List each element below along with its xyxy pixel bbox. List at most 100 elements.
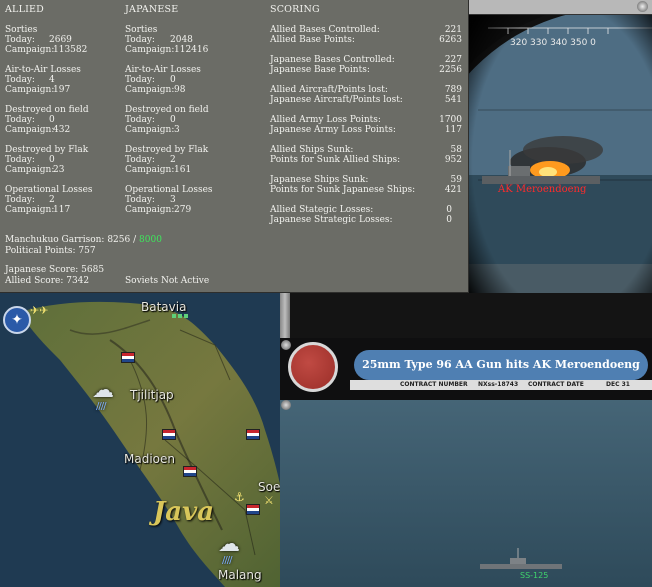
score-label: Japanese Army Loss Points: xyxy=(270,125,396,135)
stat-label: Today: xyxy=(125,35,155,45)
stat-label: Today: xyxy=(5,195,35,205)
stat-label: Today: xyxy=(125,115,155,125)
frame-panel xyxy=(289,293,652,338)
anchor-icon[interactable]: ⚓ xyxy=(234,490,245,504)
stat-value: 98 xyxy=(174,85,186,95)
contract-date-label: CONTRACT DATE xyxy=(528,381,584,388)
stat-value: 2669 xyxy=(49,35,72,45)
score-value: 0 xyxy=(446,205,452,215)
score-label: Allied Stategic Losses: xyxy=(270,205,374,215)
screw-icon xyxy=(281,340,291,350)
score-label: Japanese Bases Controlled: xyxy=(270,55,395,65)
stat-value: 279 xyxy=(174,205,192,215)
score-value: 952 xyxy=(444,155,462,165)
garrison-value: 8256 xyxy=(107,235,131,245)
stat-label: Campaign: xyxy=(5,45,55,55)
garrison-separator: / xyxy=(133,235,137,245)
base-label-soe[interactable]: Soe xyxy=(258,480,280,494)
combat-message: 25mm Type 96 AA Gun hits AK Meroendoeng xyxy=(354,350,648,380)
stat-label: Campaign: xyxy=(125,45,175,55)
stat-label: Campaign: xyxy=(125,125,175,135)
contract-number: NXss-18743 xyxy=(478,381,519,388)
range-scale: 320 330 340 350 0 xyxy=(510,38,596,48)
allied-score: Allied Score: 7342 xyxy=(5,276,90,286)
stat-value: 23 xyxy=(53,165,65,175)
stat-value: 117 xyxy=(53,205,71,215)
scoring-panel: ALLIED JAPANESE SCORING Sorties Today: 2… xyxy=(0,0,469,293)
alert-light-icon xyxy=(288,342,338,392)
screw-icon xyxy=(637,1,648,12)
score-label: Japanese Base Points: xyxy=(270,65,370,75)
screw-icon xyxy=(281,400,291,410)
contract-strip: CONTRACT NUMBER NXss-18743 CONTRACT DATE… xyxy=(350,380,652,390)
stat-title: Destroyed on field xyxy=(125,105,209,115)
stat-value: 161 xyxy=(174,165,192,175)
submarine-label: SS-125 xyxy=(520,571,549,580)
score-value: 541 xyxy=(444,95,462,105)
garrison-label: Manchukuo Garrison: xyxy=(5,235,105,245)
base-label-tjilitjap[interactable]: Tjilitjap xyxy=(130,388,174,402)
japanese-header: JAPANESE xyxy=(125,4,179,15)
score-value: 227 xyxy=(444,55,462,65)
stat-label: Campaign: xyxy=(125,165,175,175)
stat-value: 2048 xyxy=(170,35,193,45)
stat-label: Campaign: xyxy=(5,205,55,215)
stat-value: 2 xyxy=(49,195,55,205)
dutch-flag-icon[interactable] xyxy=(121,352,135,363)
stat-value: 4 xyxy=(49,75,55,85)
stat-value: 197 xyxy=(53,85,71,95)
score-value: 789 xyxy=(444,85,462,95)
stat-label: Campaign: xyxy=(125,205,175,215)
storm-cloud-icon: ☁//// xyxy=(218,532,240,567)
score-label: Japanese Aircraft/Points lost: xyxy=(270,95,403,105)
allied-header: ALLIED xyxy=(5,4,44,15)
score-label: Allied Base Points: xyxy=(270,35,355,45)
base-indicator-batavia xyxy=(172,314,188,318)
stat-title: Destroyed by Flak xyxy=(125,145,209,155)
stat-title: Operational Losses xyxy=(5,185,93,195)
banner-strip xyxy=(468,0,652,15)
score-label: Allied Ships Sunk: xyxy=(270,145,354,155)
stat-title: Sorties xyxy=(5,25,38,35)
base-label-batavia[interactable]: Batavia xyxy=(141,300,186,314)
garrison-required: 8000 xyxy=(139,235,162,245)
score-value: 421 xyxy=(444,185,462,195)
score-label: Points for Sunk Japanese Ships: xyxy=(270,185,416,195)
score-label: Japanese Ships Sunk: xyxy=(270,175,369,185)
stat-value: 0 xyxy=(49,155,55,165)
stat-label: Campaign: xyxy=(5,165,55,175)
stat-value: 112416 xyxy=(174,45,209,55)
stat-value: 0 xyxy=(49,115,55,125)
compass-icon[interactable]: ✦ xyxy=(3,306,31,334)
stat-value: 2 xyxy=(170,155,176,165)
stat-label: Today: xyxy=(125,75,155,85)
base-label-madioen[interactable]: Madioen xyxy=(124,452,175,466)
score-label: Allied Aircraft/Points lost: xyxy=(270,85,388,95)
stat-title: Sorties xyxy=(125,25,158,35)
dutch-flag-icon[interactable] xyxy=(183,466,197,477)
target-ship-label: AK Meroendoeng xyxy=(498,184,587,195)
dutch-flag-icon[interactable] xyxy=(246,429,260,440)
dutch-flag-icon[interactable] xyxy=(162,429,176,440)
contract-number-label: CONTRACT NUMBER xyxy=(400,381,468,388)
stat-label: Today: xyxy=(5,35,35,45)
political-points: Political Points: 757 xyxy=(5,246,96,256)
score-value: 6263 xyxy=(439,35,462,45)
score-label: Japanese Strategic Losses: xyxy=(270,215,393,225)
dutch-flag-icon[interactable] xyxy=(246,504,260,515)
stat-title: Destroyed by Flak xyxy=(5,145,89,155)
land-unit-icon[interactable]: ⚔ xyxy=(264,494,274,507)
score-value: 221 xyxy=(444,25,462,35)
score-value: 58 xyxy=(450,145,462,155)
score-value: 0 xyxy=(446,215,452,225)
stat-label: Today: xyxy=(5,155,35,165)
stat-label: Today: xyxy=(5,115,35,125)
stat-value: 3 xyxy=(170,195,176,205)
stat-value: 113582 xyxy=(53,45,88,55)
score-value: 1700 xyxy=(439,115,462,125)
stat-value: 0 xyxy=(170,75,176,85)
japanese-score: Japanese Score: 5685 xyxy=(5,265,105,275)
scoring-header: SCORING xyxy=(270,4,320,15)
stat-title: Air-to-Air Losses xyxy=(5,65,81,75)
airgroup-icon[interactable]: ✈✈ xyxy=(30,304,48,317)
